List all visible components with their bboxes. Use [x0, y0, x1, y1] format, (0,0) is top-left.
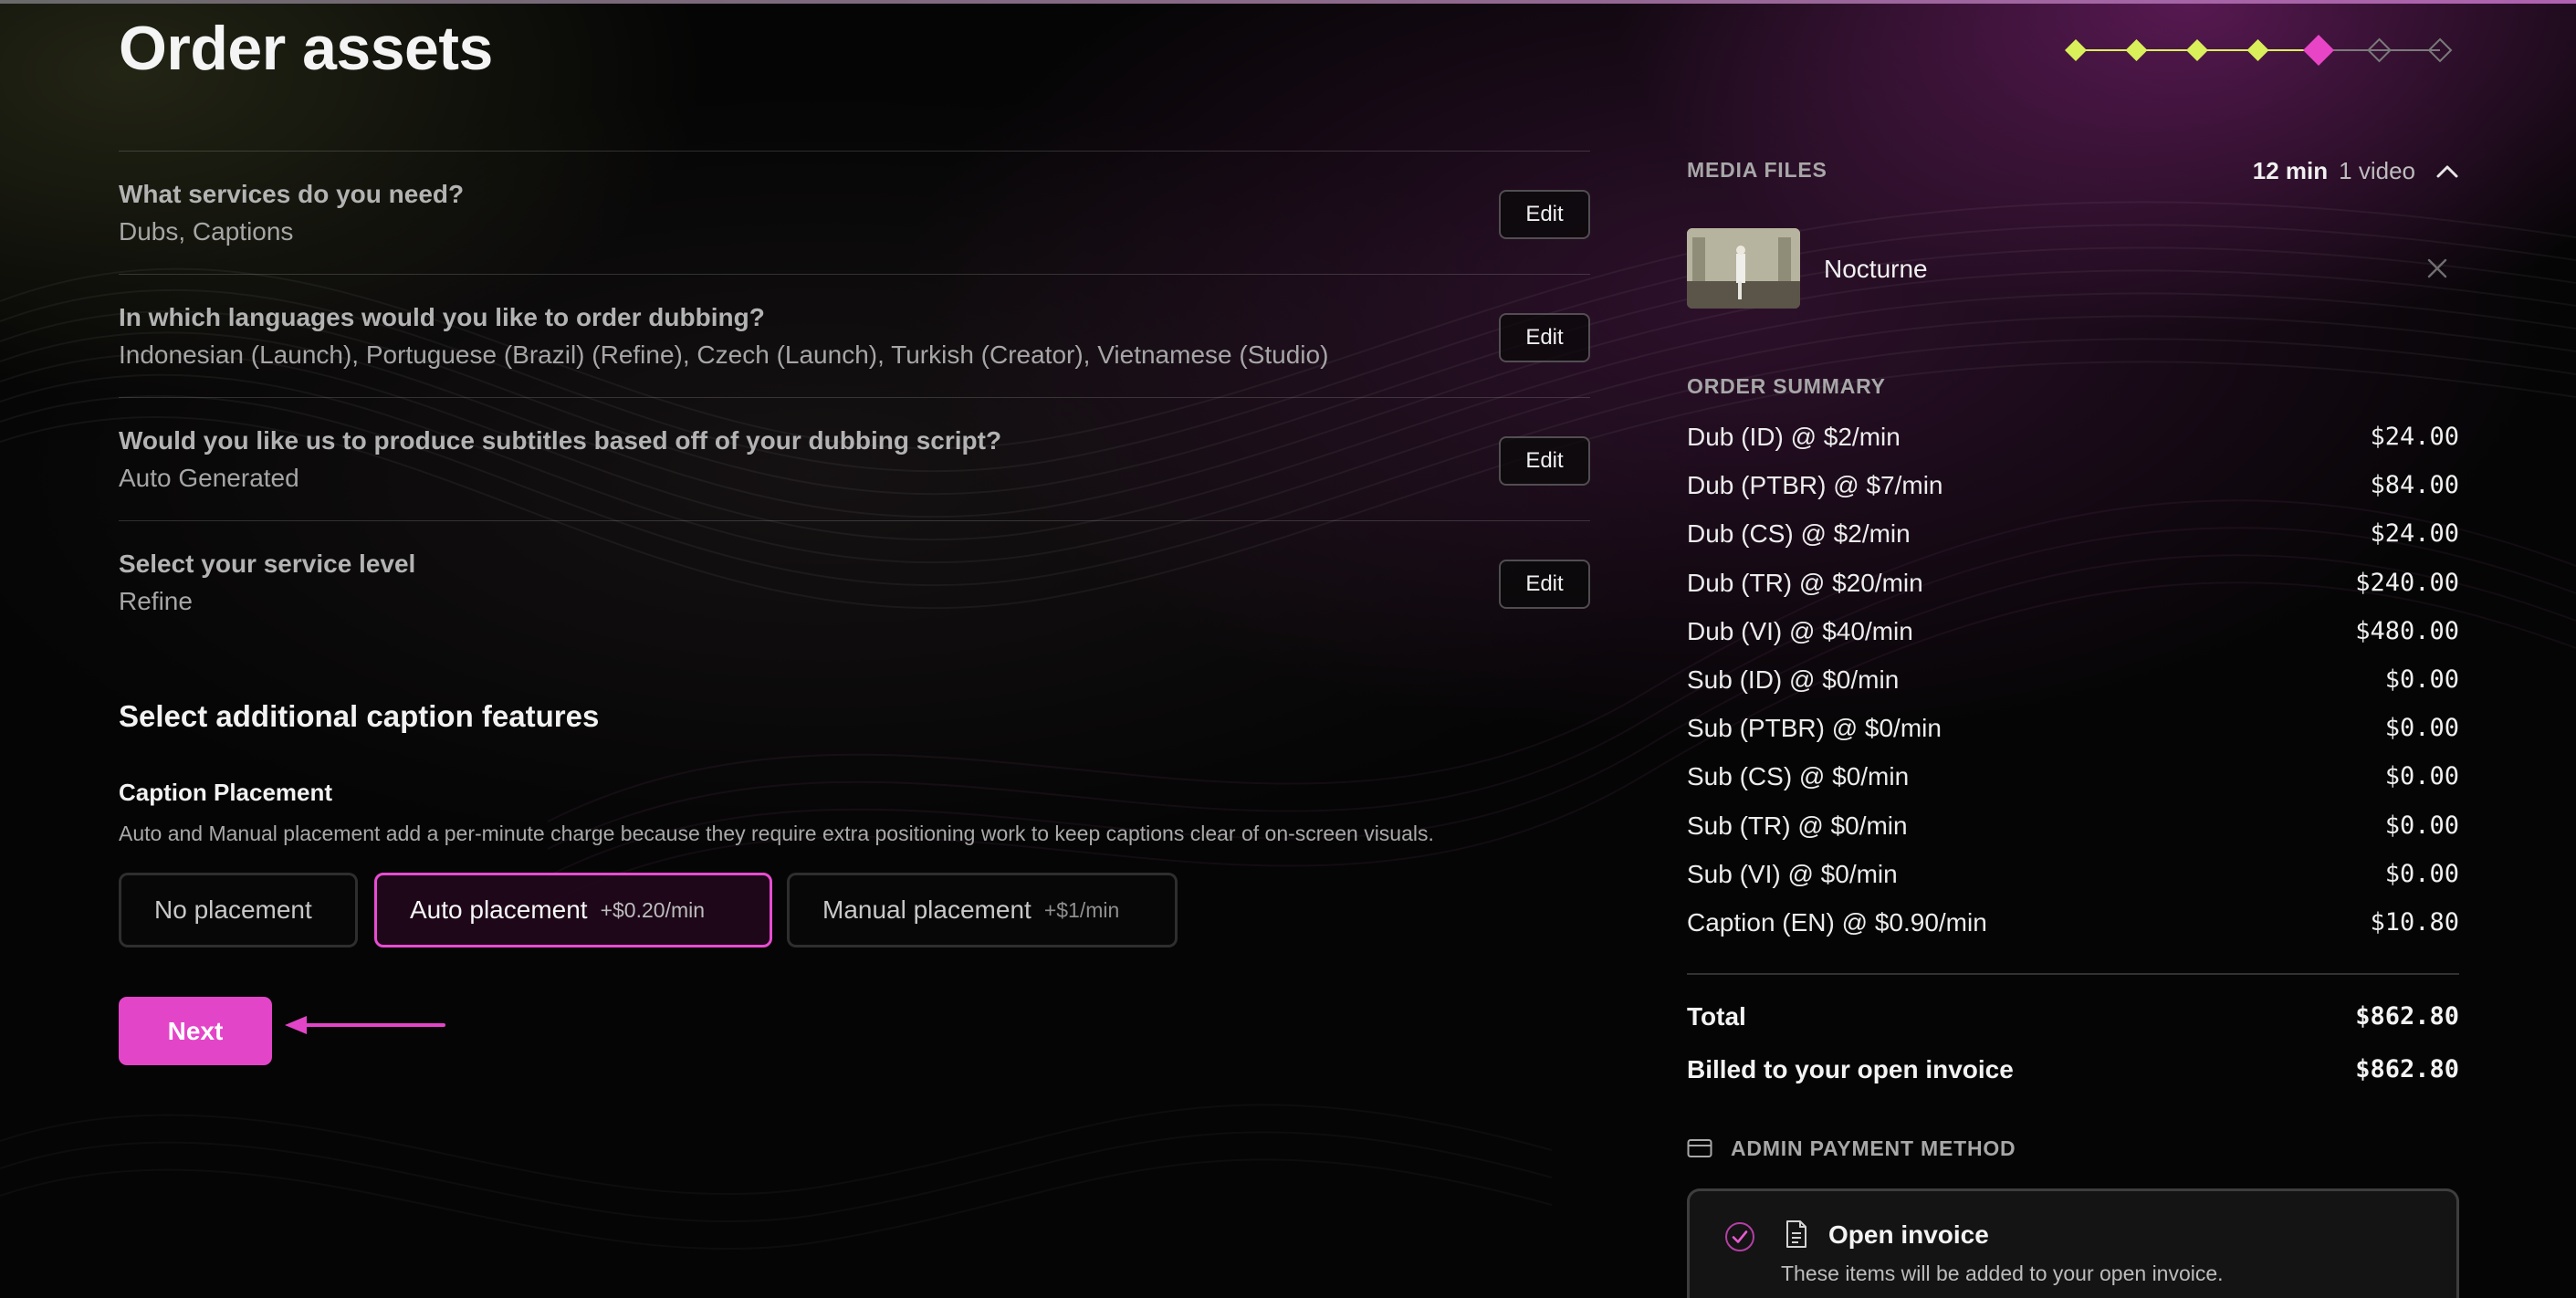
summary-line-label: Sub (ID) @ $0/min: [1687, 665, 1900, 694]
summary-line-amount: $240.00: [2355, 568, 2459, 597]
summary-line-label: Dub (TR) @ $20/min: [1687, 568, 1923, 597]
media-files-heading: MEDIA FILES: [1687, 158, 1827, 182]
summary-line: Dub (TR) @ $20/min $240.00: [1687, 569, 2459, 617]
review-answer: Auto Generated: [119, 464, 299, 492]
summary-line-amount: $480.00: [2355, 616, 2459, 645]
caption-placement-heading: Caption Placement: [119, 779, 333, 806]
review-row-services: What services do you need? Dubs, Caption…: [119, 151, 1590, 274]
no-placement-option[interactable]: No placement: [119, 873, 358, 947]
summary-line-label: Sub (CS) @ $0/min: [1687, 762, 1910, 791]
total-label: Total: [1687, 1002, 1746, 1031]
payment-method-heading: ADMIN PAYMENT METHOD: [1731, 1136, 2016, 1160]
summary-line-label: Dub (ID) @ $2/min: [1687, 423, 1901, 451]
summary-line-amount: $0.00: [2384, 714, 2459, 743]
summary-line: Dub (CS) @ $2/min $24.00: [1687, 519, 2459, 568]
review-question: In which languages would you like to ord…: [119, 303, 765, 331]
order-summary-list: Dub (ID) @ $2/min $24.00 Dub (PTBR) @ $7…: [1687, 423, 2459, 957]
page-title: Order assets: [119, 14, 493, 83]
summary-line-label: Sub (PTBR) @ $0/min: [1687, 714, 1942, 743]
edit-service-level-button[interactable]: Edit: [1499, 560, 1590, 609]
summary-line: Dub (VI) @ $40/min $480.00: [1687, 617, 2459, 665]
summary-line-amount: $10.80: [2370, 907, 2459, 937]
summary-line: Sub (VI) @ $0/min $0.00: [1687, 860, 2459, 908]
edit-subtitles-button[interactable]: Edit: [1499, 436, 1590, 486]
summary-line-amount: $24.00: [2370, 423, 2459, 451]
option-price: +$1/min: [1043, 897, 1120, 922]
edit-services-button[interactable]: Edit: [1499, 190, 1590, 239]
summary-line-label: Dub (VI) @ $40/min: [1687, 616, 1913, 645]
review-answer: Dubs, Captions: [119, 217, 294, 246]
document-icon: [1786, 1220, 1806, 1248]
review-question: Would you like us to produce subtitles b…: [119, 426, 1002, 455]
auto-placement-option[interactable]: Auto placement +$0.20/min: [374, 873, 772, 947]
review-row-languages: In which languages would you like to ord…: [119, 274, 1590, 397]
billed-label: Billed to your open invoice: [1687, 1055, 2014, 1083]
total-row: Total $862.80: [1687, 1002, 2459, 1039]
summary-line-amount: $0.00: [2384, 811, 2459, 840]
total-amount: $862.80: [2355, 1002, 2459, 1031]
credit-card-icon: [1687, 1139, 1712, 1157]
payment-method-description: These items will be added to your open i…: [1781, 1261, 2224, 1285]
summary-line-label: Sub (TR) @ $0/min: [1687, 811, 1908, 840]
summary-line-label: Caption (EN) @ $0.90/min: [1687, 907, 1987, 937]
summary-line-label: Dub (PTBR) @ $7/min: [1687, 471, 1943, 500]
summary-line-amount: $0.00: [2384, 859, 2459, 888]
summary-line: Sub (TR) @ $0/min $0.00: [1687, 811, 2459, 860]
option-label: No placement: [154, 895, 312, 924]
review-question: What services do you need?: [119, 180, 465, 208]
order-assets-page: Order assets What services do you need? …: [0, 0, 2576, 1298]
next-button[interactable]: Next: [119, 997, 272, 1065]
summary-line-amount: $24.00: [2370, 519, 2459, 549]
summary-line-amount: $0.00: [2384, 762, 2459, 791]
open-invoice-card[interactable]: Open invoice These items will be added t…: [1687, 1188, 2459, 1298]
media-duration: 12 min: [2252, 156, 2329, 184]
manual-placement-option[interactable]: Manual placement +$1/min: [787, 873, 1178, 947]
review-list: What services do you need? Dubs, Caption…: [119, 151, 1590, 644]
option-label: Auto placement: [410, 895, 588, 924]
arrow-left-icon: [285, 1016, 445, 1034]
caption-placement-description: Auto and Manual placement add a per-minu…: [119, 822, 1434, 845]
summary-line: Sub (PTBR) @ $0/min $0.00: [1687, 714, 2459, 762]
billed-row: Billed to your open invoice $862.80: [1687, 1055, 2459, 1092]
summary-line: Dub (PTBR) @ $7/min $84.00: [1687, 471, 2459, 519]
media-count: 1 video: [2339, 156, 2415, 184]
option-label: Manual placement: [822, 895, 1031, 924]
review-question: Select your service level: [119, 550, 416, 578]
summary-line-label: Dub (CS) @ $2/min: [1687, 519, 1911, 549]
video-thumbnail: [1687, 228, 1800, 309]
summary-line: Sub (ID) @ $0/min $0.00: [1687, 665, 2459, 714]
summary-line: Sub (CS) @ $0/min $0.00: [1687, 762, 2459, 811]
summary-line: Dub (ID) @ $2/min $24.00: [1687, 423, 2459, 471]
order-summary-heading: ORDER SUMMARY: [1687, 374, 1886, 398]
order-sidebar: MEDIA FILES 12 min 1 video Nocturne ORDE…: [1687, 0, 2459, 1298]
summary-line-amount: $84.00: [2370, 471, 2459, 500]
summary-line-label: Sub (VI) @ $0/min: [1687, 859, 1898, 888]
check-circle-icon[interactable]: [1724, 1221, 1755, 1252]
summary-line: Caption (EN) @ $0.90/min $10.80: [1687, 908, 2459, 957]
review-row-service-level: Select your service level Refine Edit: [119, 520, 1590, 644]
option-price: +$0.20/min: [600, 897, 706, 922]
close-icon[interactable]: [2426, 257, 2448, 279]
review-answer: Refine: [119, 587, 193, 615]
review-row-subtitles: Would you like us to produce subtitles b…: [119, 397, 1590, 520]
billed-amount: $862.80: [2355, 1055, 2459, 1083]
summary-line-amount: $0.00: [2384, 665, 2459, 694]
edit-languages-button[interactable]: Edit: [1499, 313, 1590, 362]
summary-divider: [1687, 973, 2459, 975]
chevron-up-icon[interactable]: [2435, 162, 2459, 179]
media-meta: 12 min 1 video: [2253, 155, 2459, 186]
media-file-name: Nocturne: [1824, 255, 1928, 283]
caption-features-heading: Select additional caption features: [119, 699, 600, 733]
payment-method-title: Open invoice: [1828, 1220, 1989, 1249]
review-answer: Indonesian (Launch), Portuguese (Brazil)…: [119, 340, 1329, 369]
